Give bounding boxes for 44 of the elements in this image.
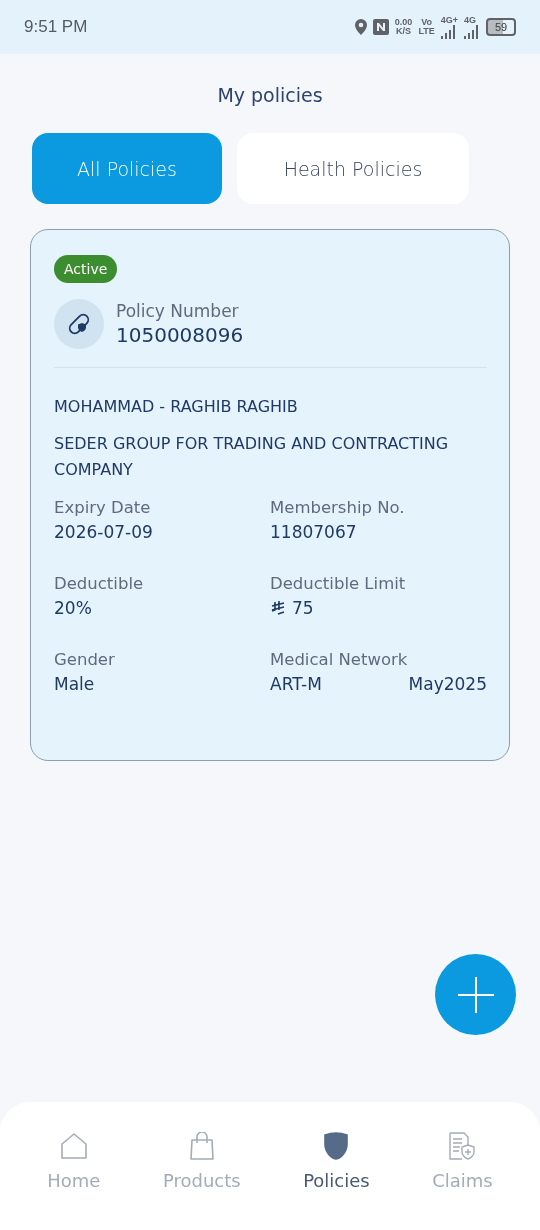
field-label: Expiry Date xyxy=(54,498,152,517)
volte-text: Vo xyxy=(421,18,432,27)
pill-shield-icon xyxy=(54,299,104,349)
shield-icon xyxy=(324,1132,349,1160)
field-label: Membership No. xyxy=(270,498,406,517)
field-value: 11807067 xyxy=(270,522,357,542)
nav-tab[interactable]: Policies xyxy=(299,1132,374,1192)
home-icon xyxy=(59,1132,88,1160)
field-value: 20% xyxy=(54,598,92,618)
company-name: SEDER GROUP FOR TRADING AND CONTRACTING COMPANY xyxy=(54,433,450,481)
field-label: Policy Number xyxy=(116,301,240,321)
field-value: ART-M xyxy=(270,674,322,694)
claim-document-icon xyxy=(448,1132,477,1160)
battery-level: 59 xyxy=(494,21,508,33)
network-type: 4G xyxy=(464,15,476,25)
clock: 9:51 PM xyxy=(24,17,88,37)
speed-unit: K/S xyxy=(396,27,412,36)
nav-tab[interactable]: Claims xyxy=(428,1132,497,1192)
signal-icon xyxy=(440,24,457,39)
bag-icon xyxy=(189,1132,214,1160)
page-title: My policies xyxy=(216,84,324,106)
nav-tab[interactable]: Products xyxy=(158,1132,245,1192)
signal-icon xyxy=(464,24,480,39)
field-label: Deductible xyxy=(54,574,145,593)
field-label: Deductible Limit xyxy=(270,574,407,593)
policy-number: 1050008096 xyxy=(116,323,244,347)
field-label: Medical Network xyxy=(270,650,409,669)
policy-tab[interactable]: Health Policies xyxy=(237,133,469,204)
field-value: May2025 xyxy=(408,674,487,694)
member-name: MOHAMMAD - RAGHIB RAGHIB xyxy=(54,396,299,418)
plus-icon xyxy=(455,974,496,1015)
nav-tab[interactable]: Home xyxy=(43,1132,105,1192)
field-label: Gender xyxy=(54,650,116,669)
network-type: 4G+ xyxy=(440,15,458,25)
policy-tab[interactable]: All Policies xyxy=(32,133,222,204)
field-value: 2026-07-09 xyxy=(54,522,153,542)
policy-card[interactable] xyxy=(30,229,510,761)
location-icon xyxy=(354,19,367,35)
status-badge: Active xyxy=(54,255,118,283)
volte-text: LTE xyxy=(418,27,435,36)
field-value: Male xyxy=(54,674,95,694)
nfc-icon xyxy=(372,19,389,35)
speed-text: 0.00 xyxy=(394,18,413,27)
field-value: 75 xyxy=(292,598,314,618)
